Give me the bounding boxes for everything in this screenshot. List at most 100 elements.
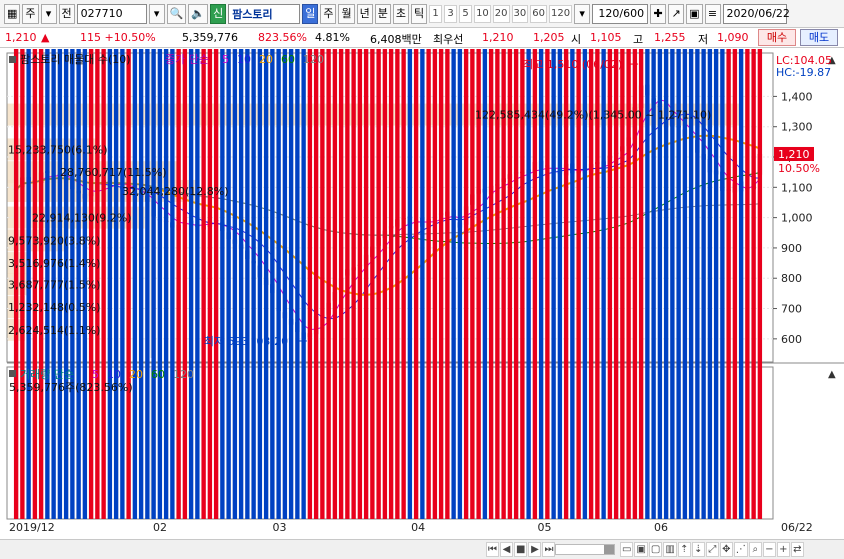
scroll-up-icon: ▲ [828, 369, 836, 380]
volume-bar [213, 49, 219, 519]
volume-bar [126, 49, 131, 519]
volume-bar [176, 49, 181, 519]
crosshair-icon[interactable]: ✚ [650, 3, 667, 24]
zoom-fit-icon[interactable]: ▣ [634, 542, 648, 557]
minute-dropdown-icon[interactable]: ▾ [574, 3, 591, 24]
volume-bar [263, 49, 269, 519]
draw-tool-icon[interactable]: ↗ [668, 3, 685, 24]
high-price: 1,255 [654, 31, 686, 44]
profile-label: 3,687,777(1.5%) [8, 278, 101, 291]
bid-price: 1,205 [533, 31, 565, 44]
period-month[interactable]: 월 [338, 3, 355, 24]
price-tick-label: 900 [781, 242, 802, 255]
scroll-last-icon[interactable]: ⏭ [542, 542, 556, 557]
settings-icon[interactable]: ≡ [704, 3, 721, 24]
save-icon[interactable]: ▣ [686, 3, 703, 24]
volume-bar [207, 49, 213, 519]
scroll-prev-icon[interactable]: ◀ [500, 542, 513, 557]
volume-bar [107, 49, 113, 519]
volume-legend-label: 거래량 단순 [20, 368, 74, 381]
period-minute[interactable]: 분 [374, 3, 391, 24]
stop-icon[interactable]: ■ [514, 542, 528, 557]
profile-label: 122,585,434(49.2%)(1,345.00 ~ 1,271.10) [475, 109, 711, 122]
period-year[interactable]: 년 [356, 3, 373, 24]
profile-label: 28,760,717(11.5%) [60, 166, 167, 179]
minus-icon[interactable]: − [762, 542, 776, 557]
volume-bar [445, 49, 450, 519]
volume-bar [220, 49, 225, 519]
period-tick[interactable]: 틱 [410, 3, 428, 24]
code-input[interactable]: 027710 [76, 3, 147, 24]
arrow-up-icon[interactable]: ⇡ [677, 542, 691, 557]
sound-icon[interactable]: 🔈 [188, 3, 209, 24]
high-label: 고 [633, 33, 644, 46]
plus-icon[interactable]: + [776, 542, 790, 557]
minute-120[interactable]: 120 [549, 4, 573, 23]
minute-20[interactable]: 20 [492, 4, 510, 23]
volume-bar [732, 49, 738, 519]
prev-button[interactable]: 전 [58, 3, 75, 24]
volume-bar [470, 49, 475, 519]
scroll-next-icon[interactable]: ▶ [528, 542, 542, 557]
profile-label: 32,044,280(12.8%) [122, 185, 229, 198]
minute-30[interactable]: 30 [511, 4, 529, 23]
bottom-scrollbar[interactable]: ⏮ ◀ ■ ▶ ⏭ ▭ ▣ ▢ ▥ ⇡ ⇣ ⤢ ✥ ⋰ ⌕ − + ⇄ [0, 539, 844, 559]
price-tag-label: 1,210 [778, 148, 810, 161]
expand-icon[interactable]: ⤢ [705, 542, 719, 557]
period-week[interactable]: 주 [320, 3, 337, 24]
price-tick-label: 700 [781, 303, 802, 316]
volume-bar [157, 49, 163, 519]
volume-bar [757, 49, 763, 519]
ma-legend-period: 60 [281, 53, 295, 66]
x-tick-label: 04 [411, 521, 425, 534]
price-change: 115 +10.50% [80, 31, 156, 44]
scroll-track[interactable] [555, 544, 615, 555]
minute-5[interactable]: 5 [459, 4, 473, 23]
profile-label: 9,573,920(3.8%) [8, 234, 101, 247]
volume-bar [270, 49, 275, 519]
mode-select[interactable]: 주 [22, 3, 39, 24]
volume-bar [401, 49, 406, 519]
hc-label: HC:-19.87 [776, 66, 831, 79]
code-dropdown-icon[interactable]: ▾ [148, 3, 165, 24]
minute-3[interactable]: 3 [444, 4, 458, 23]
zoom-out-icon[interactable]: ▭ [620, 542, 634, 557]
x-tick-label: 2019/12 [9, 521, 55, 534]
low-label: 저 [698, 33, 709, 46]
arrow-down-icon[interactable]: ⇣ [691, 542, 705, 557]
move-icon[interactable]: ✥ [719, 542, 733, 557]
stock-chart[interactable]: 1,4001,3001,2001,1001,00090080070060050,… [0, 49, 844, 539]
minute-10[interactable]: 10 [474, 4, 491, 23]
high-annotation: 최고 1,510 (06/02) [523, 58, 622, 71]
period-second[interactable]: 초 [392, 3, 409, 24]
ma-legend-label: 종가 단순 [165, 53, 209, 66]
sell-button[interactable]: 매도 [800, 29, 838, 46]
minute-1[interactable]: 1 [429, 4, 443, 23]
volume-bar [232, 49, 238, 519]
count-input[interactable]: 120/600 [592, 3, 649, 24]
volume-bar [370, 49, 375, 519]
buy-button[interactable]: 매수 [758, 29, 796, 46]
swap-icon[interactable]: ⇄ [790, 542, 804, 557]
price-axis: 1,4001,3001,2001,1001,00090080070060050,… [773, 55, 836, 380]
volume-legend-period: 10 [107, 368, 121, 381]
volume-bar [326, 49, 331, 519]
toolbar: ▦ 주 ▾ 전 027710 ▾ 🔍 🔈 신 팜스토리 일 주 월 년 분 초 … [0, 0, 844, 28]
volume-bar [132, 49, 138, 519]
scroll-first-icon[interactable]: ⏮ [486, 542, 499, 557]
zoom-in-icon[interactable]: ▢ [648, 542, 663, 557]
scroll-thumb[interactable] [604, 545, 614, 554]
chart-grid-icon[interactable]: ▦ [4, 3, 21, 24]
date-input[interactable]: 2020/06/22 [722, 3, 790, 24]
period-day[interactable]: 일 [302, 3, 319, 24]
volume-bar [138, 49, 144, 519]
price-tick-label: 1,400 [781, 90, 813, 103]
chart-bar-icon[interactable]: ▥ [663, 542, 677, 557]
minute-60[interactable]: 60 [530, 4, 547, 23]
chevron-down-icon[interactable]: ▾ [40, 3, 57, 24]
zoom-icon[interactable]: ⌕ [748, 542, 762, 557]
volume-bar [226, 49, 231, 519]
search-icon[interactable]: 🔍 [166, 3, 187, 24]
chart-line-icon[interactable]: ⋰ [733, 542, 748, 557]
volume-bar [307, 49, 313, 519]
